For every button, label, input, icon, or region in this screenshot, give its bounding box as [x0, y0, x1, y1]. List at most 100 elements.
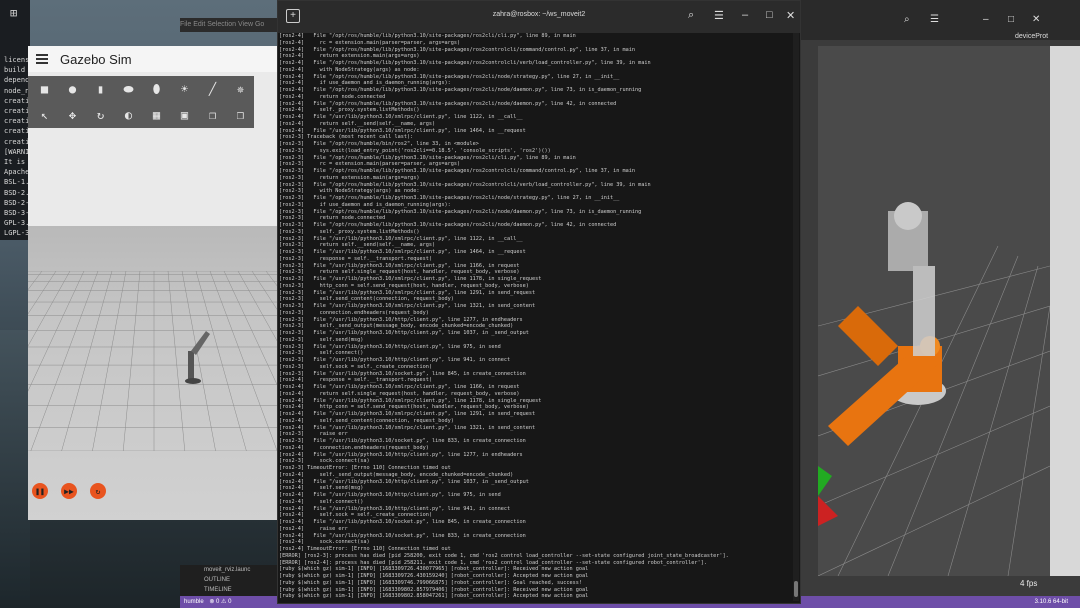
branch-label[interactable]: humble: [184, 599, 204, 605]
capsule-icon[interactable]: ⬬: [118, 80, 139, 98]
minimize-icon[interactable]: –: [983, 14, 989, 25]
terminal-line: [ros2-4] rc = extension.main(parser=pars…: [279, 39, 461, 46]
terminal-line: [ros2-3] if use_daemon and is_daemon_run…: [279, 201, 451, 208]
terminal-titlebar: + zahra@rosbox: ~/ws_moveit2 ⌕ ☰ – □ ✕: [278, 1, 800, 33]
python-version-label[interactable]: 3.10.6 64-bit: [1035, 596, 1068, 608]
terminal-line: [ros2-3] TimeoutError: [Errno 110] Conne…: [279, 465, 451, 471]
sphere-icon[interactable]: ●: [62, 80, 83, 98]
axes-marker: [818, 466, 838, 526]
terminal-line: Apache-: [4, 168, 30, 177]
terminal-line: [ros2-3] File "/opt/ros/humble/bin/ros2"…: [279, 141, 479, 147]
rotate-icon[interactable]: ↻: [90, 106, 111, 124]
box-icon[interactable]: ■: [34, 80, 55, 98]
search-icon[interactable]: ⌕: [688, 9, 694, 22]
pause-icon[interactable]: ❚❚: [32, 483, 48, 499]
terminal-line: [ERROR] [ros2-3]: process has died [pid …: [279, 552, 729, 559]
terminal-line: [ros2-4] File "/usr/lib/python3.10/xmlrp…: [279, 114, 523, 120]
select-icon[interactable]: ↖: [34, 106, 55, 124]
terminal-line: [ros2-3] File "/usr/lib/python3.10/xmlrp…: [279, 235, 523, 242]
terminal-line: depende: [4, 76, 30, 85]
step-icon[interactable]: ▶▶: [61, 483, 77, 499]
terminal-line: [ros2-3] sys.exit(load_entry_point('ros2…: [279, 147, 551, 154]
terminal-line: [ros2-3] connection.endheaders(request_b…: [279, 309, 429, 316]
menu-icon[interactable]: ☰: [930, 14, 939, 25]
terminal-line: [ruby $(which gz) sim-1] [INFO] [1683309…: [279, 566, 589, 573]
robot-arm-ghost: [888, 202, 935, 356]
terminal-line: [ros2-4] self.connect(): [279, 498, 364, 505]
maximize-icon[interactable]: □: [1008, 14, 1014, 25]
terminal-line: [ruby $(which gz) sim-1] [INFO] [1683309…: [279, 579, 582, 586]
terminal-line: [ros2-4] File "/opt/ros/humble/lib/pytho…: [279, 60, 651, 66]
screenshot-icon[interactable]: ▦: [146, 106, 167, 124]
terminal-line: [ros2-3] http_conn = self.send_request(h…: [279, 282, 529, 289]
fps-label: 4 fps: [1020, 579, 1038, 588]
terminal-line: [ros2-4] TimeoutError: [Errno 110] Conne…: [279, 546, 451, 552]
terminal-line: [ros2-4] response = self.__transport.req…: [279, 377, 433, 384]
point-light-icon[interactable]: ✵: [230, 80, 251, 98]
terminal-line: [ros2-3] return extension.main(args=args…: [279, 174, 420, 181]
terminal-line: BSD-2.0: [4, 188, 30, 197]
reset-icon[interactable]: ↻: [90, 483, 106, 499]
terminal-line: [ros2-3] File "/opt/ros/humble/lib/pytho…: [279, 195, 620, 201]
terminal-line: [ros2-4] self.send_content(connection, r…: [279, 417, 454, 424]
terminal-line: [ros2-3] self.send(msg): [279, 336, 364, 343]
terminal-line: [ros2-3] Traceback (most recent call las…: [279, 134, 414, 141]
maximize-icon[interactable]: □: [766, 9, 773, 21]
terminal-line: [ERROR] [ros2-4]: process has died [pid …: [279, 559, 707, 566]
grid-snap-icon[interactable]: ◐: [118, 106, 139, 124]
rviz-side-panel: [1050, 46, 1080, 576]
terminal-line: [ros2-4] File "/usr/lib/python3.10/http/…: [279, 478, 529, 485]
gazebo-title: Gazebo Sim: [60, 51, 132, 67]
search-icon[interactable]: ⌕: [904, 14, 910, 25]
terminal-line: BSD-2-C: [4, 198, 30, 207]
terminal-line: [ros2-3] File "/usr/lib/python3.10/socke…: [279, 438, 526, 444]
terminal-line: [ros2-4] self._proxy.system.listMethods(…: [279, 107, 420, 114]
terminal-line: creatin: [4, 107, 30, 116]
lines-icon[interactable]: ╱: [202, 80, 223, 98]
vscode-outline-panel: moveit_rviz.launc OUTLINE TIMELINE: [180, 565, 280, 596]
terminal-scrollbar[interactable]: [793, 33, 799, 601]
gazebo-3d-view[interactable]: [28, 226, 280, 520]
terminal-line: [ros2-4] connection.endheaders(request_b…: [279, 444, 429, 451]
sun-icon[interactable]: ☀: [174, 80, 195, 98]
menu-icon[interactable]: ☰: [714, 9, 724, 22]
terminal-line: [ros2-4] File "/usr/lib/python3.10/http/…: [279, 492, 501, 498]
translate-icon[interactable]: ✥: [62, 106, 83, 124]
hamburger-menu-icon[interactable]: [36, 54, 48, 64]
ellipsoid-icon[interactable]: ⬮: [146, 80, 167, 98]
terminal-line: [ros2-3] return self.single_request(host…: [279, 269, 520, 276]
timeline-section[interactable]: TIMELINE: [180, 585, 280, 595]
rviz-3d-view[interactable]: [818, 46, 1050, 576]
terminal-output[interactable]: [ros2-4] File "/opt/ros/humble/lib/pytho…: [279, 33, 794, 601]
paste-icon[interactable]: ❒: [230, 106, 251, 124]
terminal-line: [ros2-4] return extension.main(args=args…: [279, 53, 420, 60]
terminal-line: BSL-1.0: [4, 178, 30, 187]
close-icon[interactable]: ✕: [1032, 14, 1040, 25]
outline-section[interactable]: OUTLINE: [180, 575, 280, 585]
main-terminal-window: + zahra@rosbox: ~/ws_moveit2 ⌕ ☰ – □ ✕ […: [277, 0, 801, 604]
rviz-scene: [818, 202, 1050, 576]
terminal-line: [ros2-3] File "/opt/ros/humble/lib/pytho…: [279, 222, 617, 228]
terminal-line: [ros2-4] with NodeStrategy(args) as node…: [279, 66, 420, 73]
copy-icon[interactable]: ❐: [202, 106, 223, 124]
scrollbar-thumb[interactable]: [794, 581, 798, 597]
terminal-line: [ros2-4] sock.connect(sa): [279, 539, 370, 546]
terminal-line: [ros2-3] File "/usr/lib/python3.10/http/…: [279, 330, 529, 336]
terminal-line: [ros2-4] File "/opt/ros/humble/lib/pytho…: [279, 46, 636, 53]
minimize-icon[interactable]: –: [742, 9, 748, 21]
terminal-line: [ros2-3] self.send_content(connection, r…: [279, 296, 454, 303]
terminal-line: MIT: [2, 239, 30, 241]
terminal-line: [ros2-4] File "/opt/ros/humble/lib/pytho…: [279, 100, 617, 107]
terminal-line: [ros2-4] http_conn = self.send_request(h…: [279, 404, 529, 411]
terminal-tab-icon: ⊞: [10, 6, 18, 20]
terminal-line: creatin: [4, 117, 30, 126]
terminal-line: [ros2-3] File "/usr/lib/python3.10/http/…: [279, 316, 523, 323]
file-tab[interactable]: moveit_rviz.launc: [180, 565, 280, 575]
close-icon[interactable]: ✕: [786, 9, 795, 22]
camera-icon[interactable]: ▣: [174, 106, 195, 124]
problems-label[interactable]: ⊗ 0 ⚠ 0: [209, 599, 231, 605]
terminal-line: creatin: [4, 127, 30, 136]
terminal-line: [ros2-4] File "/usr/lib/python3.10/socke…: [279, 532, 526, 539]
terminal-line: [ros2-4] return self.single_request(host…: [279, 390, 520, 397]
cylinder-icon[interactable]: ▮: [90, 80, 111, 98]
